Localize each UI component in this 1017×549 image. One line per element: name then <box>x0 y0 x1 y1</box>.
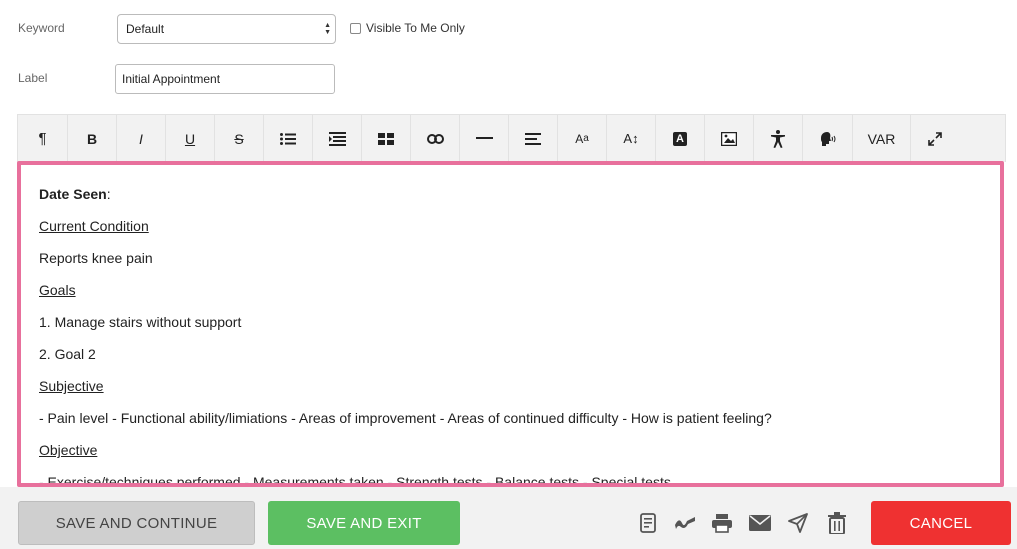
editor-toolbar: ¶ B I U S Aa A↕ A VAR <box>17 114 1006 162</box>
variable-icon[interactable]: VAR <box>853 115 911 162</box>
editor-line-reports: Reports knee pain <box>39 250 153 266</box>
align-icon[interactable] <box>509 115 558 162</box>
editor-line-goal-1: 1. Manage stairs without support <box>39 314 242 330</box>
editor-heading-subjective: Subjective <box>39 378 104 394</box>
bold-icon[interactable]: B <box>68 115 117 162</box>
editor-heading-objective: Objective <box>39 442 98 458</box>
visible-to-me-only-option[interactable]: Visible To Me Only <box>350 21 465 35</box>
text-color-icon[interactable]: A <box>656 115 705 162</box>
print-icon[interactable] <box>710 511 734 535</box>
horizontal-line-icon[interactable] <box>460 115 509 162</box>
editor-heading-goals: Goals <box>39 282 76 298</box>
list-icon[interactable] <box>264 115 313 162</box>
keyword-select[interactable]: Default ▲ ▼ <box>117 14 336 44</box>
label-input[interactable]: Initial Appointment <box>115 64 335 94</box>
save-and-continue-button[interactable]: SAVE AND CONTINUE <box>18 501 255 545</box>
select-arrows-icon: ▲ ▼ <box>324 22 331 36</box>
editor-line-goal-2: 2. Goal 2 <box>39 346 96 362</box>
save-and-exit-button[interactable]: SAVE AND EXIT <box>268 501 460 545</box>
strikethrough-icon[interactable]: S <box>215 115 264 162</box>
label-label: Label <box>18 71 48 85</box>
keyword-select-value: Default <box>126 22 165 36</box>
cancel-button[interactable]: CANCEL <box>871 501 1011 545</box>
signature-icon[interactable] <box>673 511 697 535</box>
paragraph-format-icon[interactable] <box>313 115 362 162</box>
underline-icon[interactable]: U <box>166 115 215 162</box>
email-icon[interactable] <box>748 511 772 535</box>
italic-icon[interactable]: I <box>117 115 166 162</box>
visible-to-me-only-label: Visible To Me Only <box>366 21 465 35</box>
editor-line-date-seen: Date Seen: <box>39 186 111 202</box>
line-height-icon[interactable]: A↕ <box>607 115 656 162</box>
font-size-icon[interactable]: Aa <box>558 115 607 162</box>
editor-line-subjective: - Pain level - Functional ability/limiat… <box>39 410 772 426</box>
visible-to-me-only-checkbox[interactable] <box>350 22 361 34</box>
table-icon[interactable] <box>362 115 411 162</box>
paragraph-icon[interactable]: ¶ <box>18 115 68 162</box>
speech-icon[interactable] <box>803 115 853 162</box>
editor-line-objective: - Exercise/techniques performed - Measur… <box>39 474 671 487</box>
accessibility-icon[interactable] <box>754 115 803 162</box>
trash-icon[interactable] <box>825 511 849 535</box>
editor-heading-current-condition: Current Condition <box>39 218 149 234</box>
rich-text-editor[interactable]: Date Seen: Current Condition Reports kne… <box>17 161 1004 487</box>
fullscreen-icon[interactable] <box>911 115 959 162</box>
template-icon[interactable] <box>636 511 660 535</box>
keyword-label: Keyword <box>18 21 65 35</box>
send-icon[interactable] <box>786 511 810 535</box>
image-icon[interactable] <box>705 115 754 162</box>
link-icon[interactable] <box>411 115 460 162</box>
